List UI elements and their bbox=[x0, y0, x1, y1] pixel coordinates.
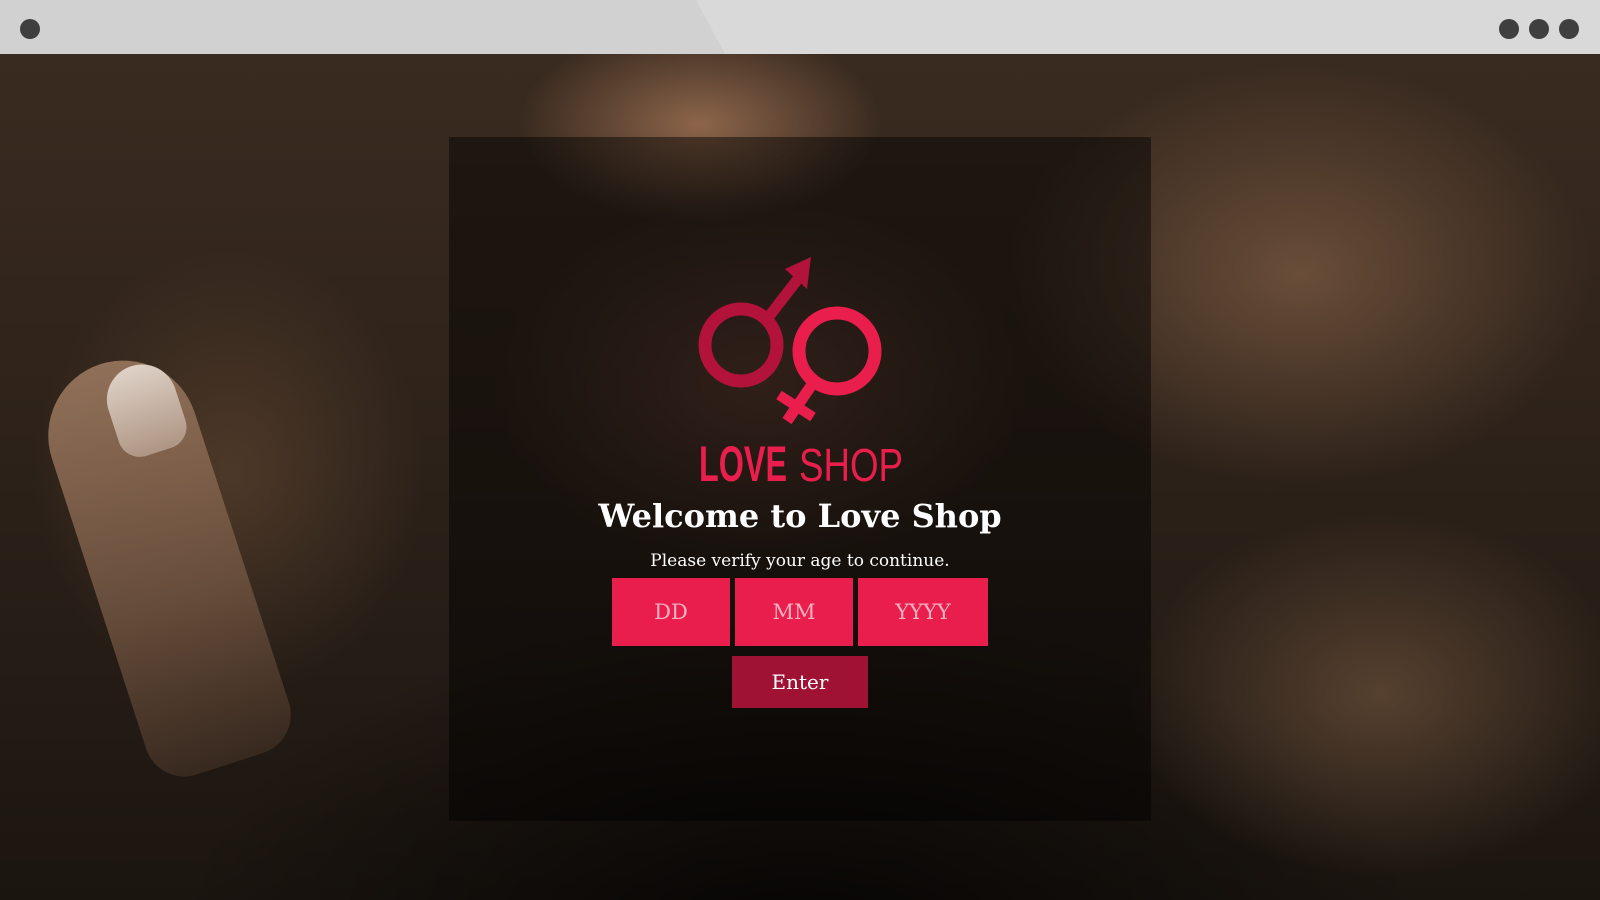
age-verification-modal: LOVE SHOP Welcome to Love Shop Please ve… bbox=[449, 137, 1151, 821]
enter-button[interactable]: Enter bbox=[732, 656, 868, 708]
birthdate-inputs bbox=[612, 578, 988, 646]
browser-tab[interactable] bbox=[0, 0, 725, 54]
year-input[interactable] bbox=[858, 578, 988, 646]
window-control-2-icon[interactable] bbox=[1529, 19, 1549, 39]
love-shop-logo: LOVE SHOP bbox=[689, 249, 911, 489]
modal-subtitle: Please verify your age to continue. bbox=[650, 551, 950, 571]
day-input[interactable] bbox=[612, 578, 730, 646]
browser-chrome bbox=[0, 0, 1600, 54]
modal-title: Welcome to Love Shop bbox=[598, 497, 1002, 535]
window-control-3-icon[interactable] bbox=[1559, 19, 1579, 39]
gender-symbols-logo-icon: LOVE SHOP bbox=[698, 257, 903, 489]
browser-menu-dot-icon[interactable] bbox=[20, 19, 40, 39]
logo-text-shop: SHOP bbox=[799, 439, 903, 489]
month-input[interactable] bbox=[735, 578, 853, 646]
browser-window: LOVE SHOP Welcome to Love Shop Please ve… bbox=[0, 0, 1600, 900]
logo-text-love: LOVE bbox=[699, 436, 787, 489]
window-control-1-icon[interactable] bbox=[1499, 19, 1519, 39]
